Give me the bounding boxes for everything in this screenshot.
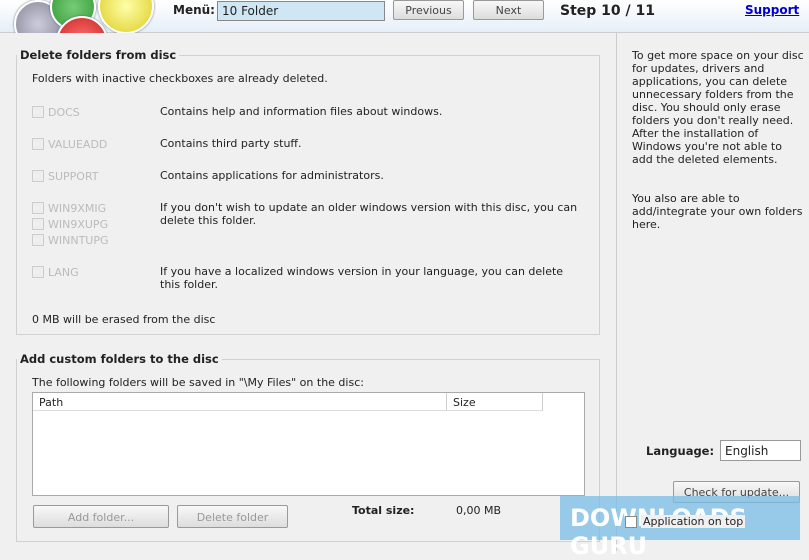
delete-folders-title: Delete folders from disc: [20, 48, 177, 62]
delete-note: Folders with inactive checkboxes are alr…: [32, 72, 328, 85]
checkbox-support[interactable]: [32, 170, 44, 182]
checkbox-win9xmig[interactable]: [32, 202, 44, 214]
checkbox-valueadd[interactable]: [32, 138, 44, 150]
menu-select[interactable]: 10 Folder: [217, 1, 385, 21]
column-path[interactable]: Path: [33, 393, 447, 411]
folder-desc: Contains third party stuff.: [160, 137, 302, 150]
folder-win9xupg: WIN9XUPG: [48, 218, 109, 231]
top-bar: Menü: 10 Folder Previous Next Step 10 / …: [0, 0, 809, 33]
folder-docs: DOCS: [48, 106, 80, 119]
column-size[interactable]: Size: [447, 393, 543, 411]
folder-desc: If you don't wish to update an older win…: [160, 201, 578, 227]
folder-desc: If you have a localized windows version …: [160, 265, 564, 291]
delete-folder-button[interactable]: Delete folder: [177, 505, 288, 528]
add-folder-button[interactable]: Add folder...: [33, 505, 169, 528]
folder-lang: LANG: [48, 266, 79, 279]
erase-summary: 0 MB will be erased from the disc: [32, 313, 216, 326]
folder-support: SUPPORT: [48, 170, 99, 183]
on-top-label: Application on top: [641, 515, 746, 528]
step-indicator: Step 10 / 11: [560, 3, 655, 19]
app-logo: [10, 0, 160, 33]
checkbox-lang[interactable]: [32, 266, 44, 278]
folder-desc: Contains applications for administrators…: [160, 169, 384, 182]
checkbox-docs[interactable]: [32, 106, 44, 118]
menu-label: Menü:: [173, 3, 215, 17]
on-top-checkbox[interactable]: [625, 516, 637, 528]
delete-folders-group: Delete folders from disc: [16, 48, 600, 335]
next-button[interactable]: Next: [473, 0, 544, 20]
help-text: To get more space on your disc for updat…: [632, 49, 804, 166]
language-label: Language:: [646, 444, 715, 458]
custom-folders-title: Add custom folders to the disc: [20, 352, 219, 366]
folder-valueadd: VALUEADD: [48, 138, 108, 151]
previous-button[interactable]: Previous: [393, 0, 464, 20]
total-size-label: Total size:: [352, 504, 415, 517]
custom-folders-list[interactable]: Path Size: [32, 392, 585, 496]
folder-winntupg: WINNTUPG: [48, 234, 109, 247]
support-link[interactable]: Support: [745, 3, 799, 17]
custom-note: The following folders will be saved in "…: [32, 376, 364, 389]
total-size-value: 0,00 MB: [456, 504, 502, 517]
folder-win9xmig: WIN9XMIG: [48, 202, 107, 215]
checkbox-win9xupg[interactable]: [32, 218, 44, 230]
folder-desc: Contains help and information files abou…: [160, 105, 443, 118]
checkbox-winntupg[interactable]: [32, 234, 44, 246]
language-select[interactable]: English: [720, 440, 801, 461]
help-text-2: You also are able to add/integrate your …: [632, 192, 803, 231]
help-sidebar: To get more space on your disc for updat…: [617, 33, 809, 551]
